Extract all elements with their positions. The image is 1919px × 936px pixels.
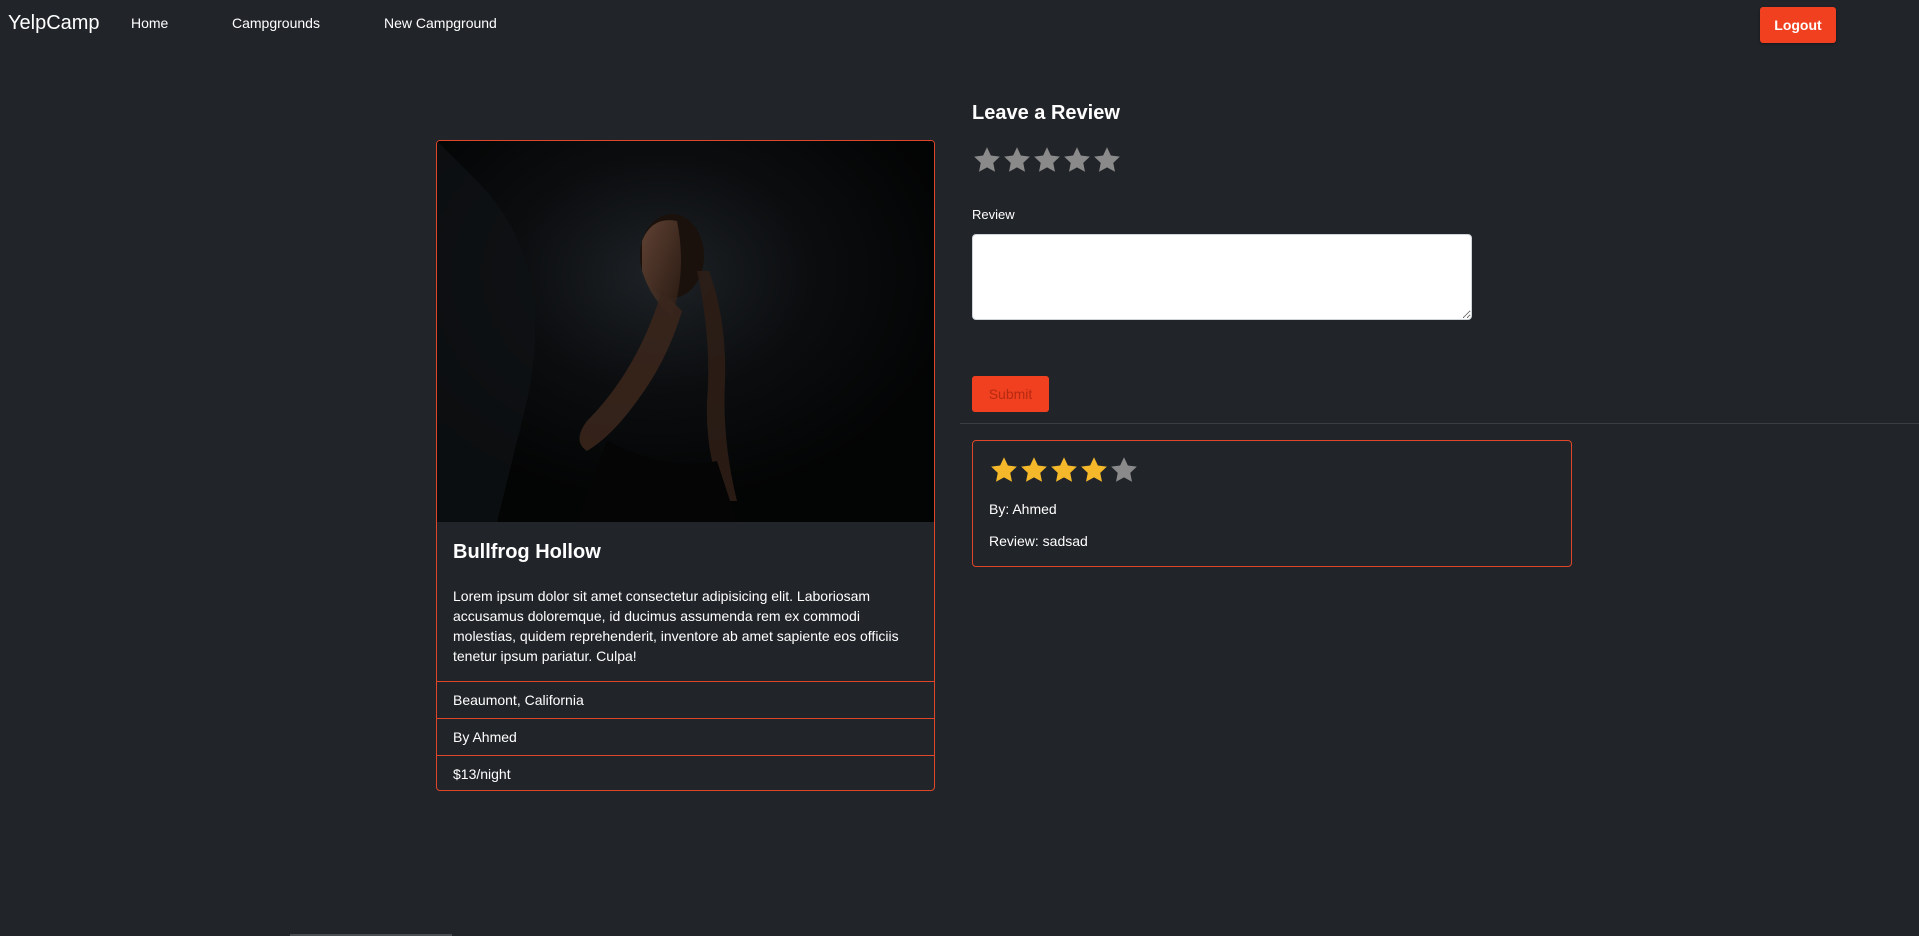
review-label: Review — [972, 207, 1015, 222]
review-rating-star-icon-2 — [1019, 455, 1049, 485]
campground-title: Bullfrog Hollow — [453, 541, 601, 563]
brand-logo[interactable]: YelpCamp — [8, 12, 100, 35]
rating-input-star-icon-3[interactable] — [1032, 145, 1062, 175]
review-textarea[interactable] — [972, 234, 1472, 320]
rating-input-star-icon-1[interactable] — [972, 145, 1002, 175]
campground-photo — [437, 141, 934, 522]
campground-location: Beaumont, California — [437, 681, 934, 718]
logout-button[interactable]: Logout — [1760, 7, 1836, 43]
review-rating-star-icon-4 — [1079, 455, 1109, 485]
rating-input-star-icon-4[interactable] — [1062, 145, 1092, 175]
campground-description: Lorem ipsum dolor sit amet consectetur a… — [453, 588, 899, 664]
review-rating-star-icon-3 — [1049, 455, 1079, 485]
nav-link-campgrounds[interactable]: Campgrounds — [232, 15, 320, 31]
divider — [960, 423, 1919, 424]
campground-image — [437, 141, 934, 522]
review-rating-star-icon-5 — [1109, 455, 1139, 485]
review-star-rating — [989, 455, 1139, 485]
star-rating-input[interactable] — [972, 145, 1122, 175]
review-text: Review: sadsad — [989, 533, 1088, 549]
nav-link-new-campground[interactable]: New Campground — [384, 15, 497, 31]
campground-card: Bullfrog Hollow Lorem ipsum dolor sit am… — [436, 140, 935, 791]
review-rating-star-icon-1 — [989, 455, 1019, 485]
submit-button[interactable]: Submit — [972, 376, 1049, 412]
campground-price: $13/night — [437, 755, 934, 790]
review-author: By: Ahmed — [989, 501, 1057, 517]
navbar: YelpCamp Home Campgrounds New Campground… — [0, 0, 1919, 46]
rating-input-star-icon-2[interactable] — [1002, 145, 1032, 175]
nav-link-home[interactable]: Home — [131, 15, 168, 31]
campground-author: By Ahmed — [437, 718, 934, 755]
review-card: By: Ahmed Review: sadsad — [972, 440, 1572, 567]
rating-input-star-icon-5[interactable] — [1092, 145, 1122, 175]
review-form-heading: Leave a Review — [972, 102, 1120, 124]
